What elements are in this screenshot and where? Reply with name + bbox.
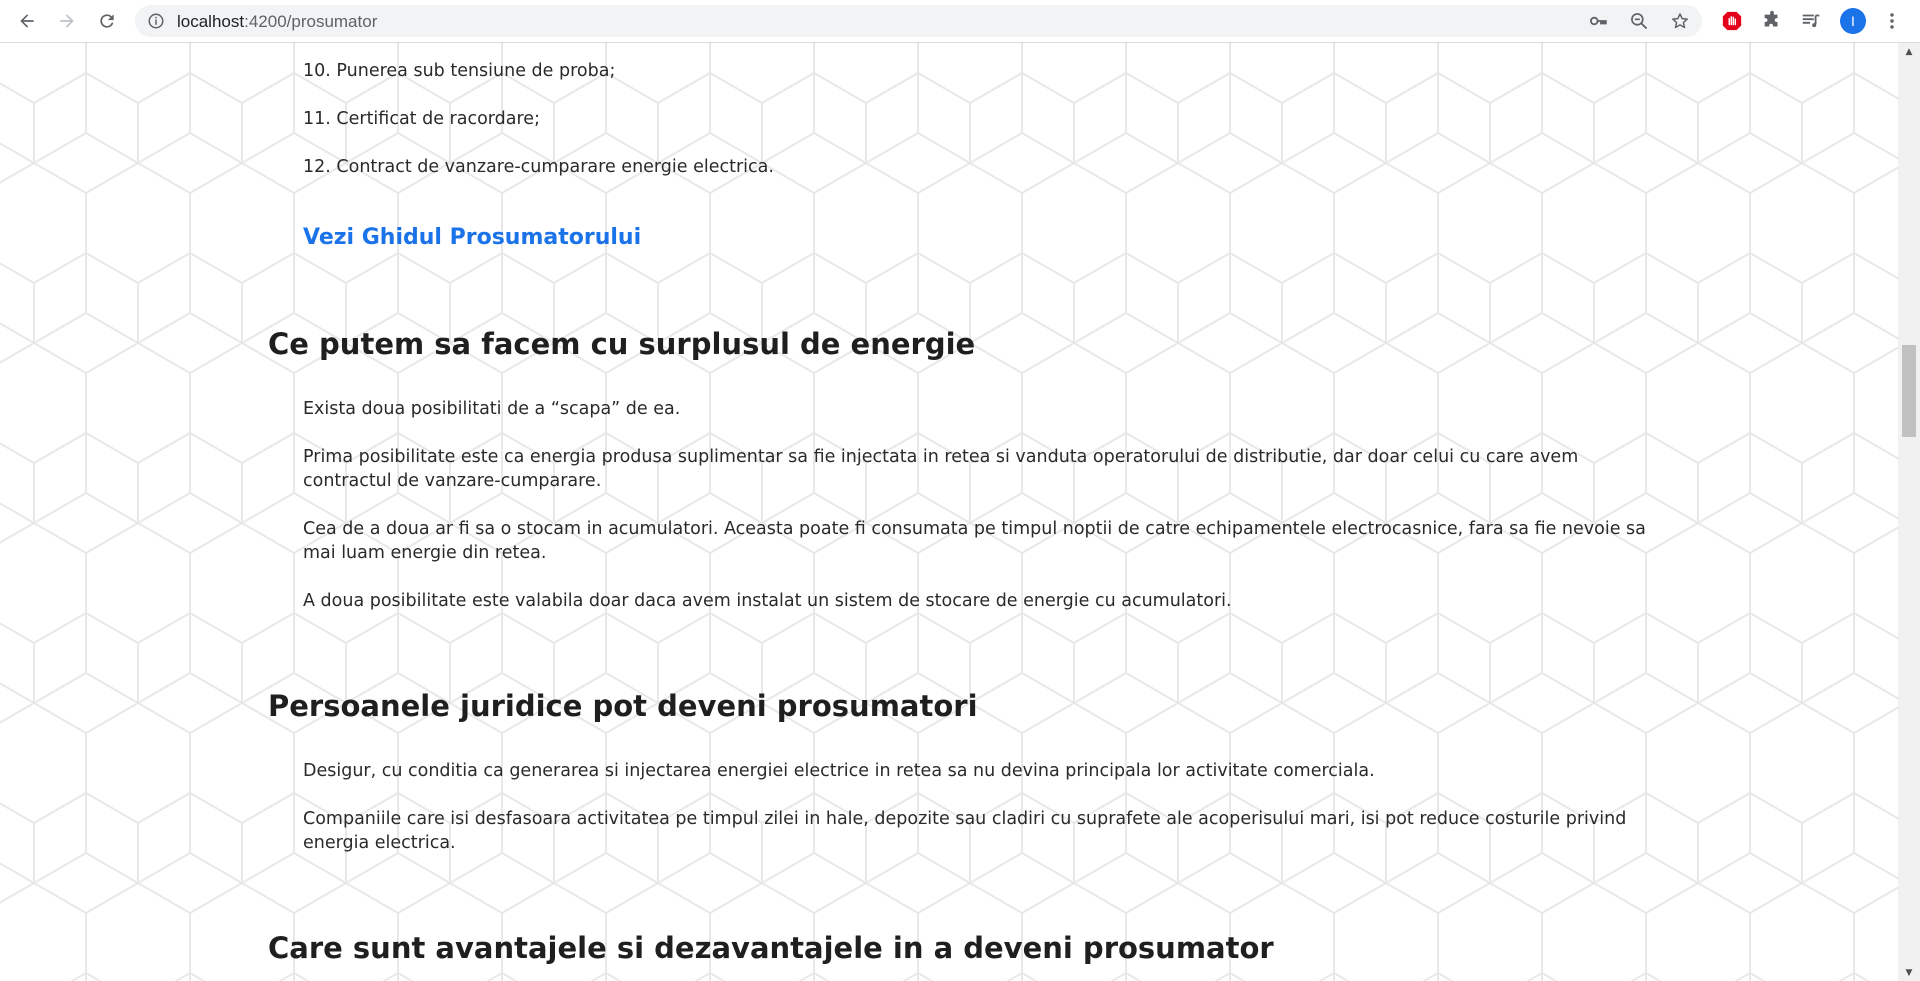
vertical-scrollbar[interactable]: ▲ ▼ [1898,43,1920,981]
back-arrow-icon[interactable] [12,6,42,36]
key-icon[interactable] [1588,11,1608,31]
paragraph: Desigur, cu conditia ca generarea si inj… [303,761,1375,781]
zoom-out-icon[interactable] [1629,11,1649,31]
playlist-icon[interactable] [1799,9,1823,33]
kebab-menu-icon[interactable] [1880,9,1904,33]
paragraph: A doua posibilitate este valabila doar d… [303,591,1232,611]
scrollbar-thumb[interactable] [1902,345,1916,437]
list-item: 12. Contract de vanzare-cumparare energi… [303,157,774,177]
url-text: localhost:4200/prosumator [177,12,377,32]
section-heading-juridice: Persoanele juridice pot deveni prosumato… [268,689,978,723]
scroll-up-arrow-icon[interactable]: ▲ [1898,43,1920,60]
star-icon[interactable] [1670,11,1690,31]
list-item: 10. Punerea sub tensiune de proba; [303,61,616,81]
url-host: localhost [177,12,245,31]
info-icon[interactable] [147,12,165,30]
paragraph: Companiile care isi desfasoara activitat… [303,809,1627,853]
reload-icon[interactable] [92,6,122,36]
paragraph: Cea de a doua ar fi sa o stocam in acumu… [303,519,1646,563]
guide-link[interactable]: Vezi Ghidul Prosumatorului [303,225,641,250]
browser-toolbar: localhost:4200/prosumator I [0,0,1920,43]
paragraph: Prima posibilitate este ca energia produ… [303,447,1579,491]
url-path: :4200/prosumator [244,12,378,31]
section-heading-avantaje: Care sunt avantajele si dezavantajele in… [268,931,1274,965]
section-heading-surplus: Ce putem sa facem cu surplusul de energi… [268,327,976,361]
stop-hand-icon[interactable] [1720,9,1744,33]
address-bar[interactable]: localhost:4200/prosumator [135,5,1702,37]
forward-arrow-icon[interactable] [52,6,82,36]
scroll-down-arrow-icon[interactable]: ▼ [1898,964,1920,981]
paragraph: Exista doua posibilitati de a “scapa” de… [303,399,681,419]
page-viewport: 10. Punerea sub tensiune de proba; 11. C… [0,43,1898,981]
avatar[interactable]: I [1840,8,1866,34]
list-item: 11. Certificat de racordare; [303,109,540,129]
puzzle-icon[interactable] [1760,9,1784,33]
